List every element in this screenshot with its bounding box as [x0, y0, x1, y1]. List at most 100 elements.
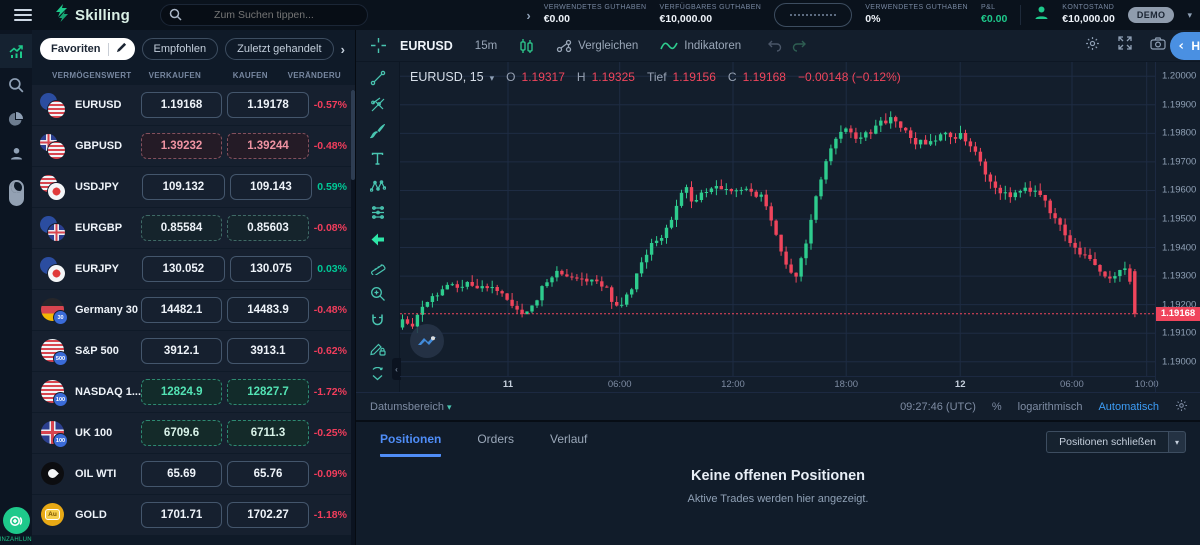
buy-button[interactable]: 130.075	[230, 256, 313, 282]
watchlist-tabs-more-chevron-icon[interactable]: ›	[341, 42, 349, 57]
sell-button[interactable]: 130.052	[142, 256, 225, 282]
buy-button[interactable]: 1.39244	[227, 133, 308, 159]
watchlist-row[interactable]: GBPUSD1.392321.39244-0.48%	[32, 126, 355, 166]
arrow-tool-icon[interactable]	[356, 226, 399, 253]
watchlist-row[interactable]: EURUSD1.191681.19178-0.57%	[32, 85, 355, 125]
watchlist-row[interactable]: 500S&P 5003912.13913.1-0.62%	[32, 331, 355, 371]
crosshair-tool-icon[interactable]	[356, 37, 400, 54]
watchlist-row[interactable]: 100UK 1006709.66711.3-0.25%	[32, 413, 355, 453]
open-trade-panel-button[interactable]: H	[1170, 32, 1200, 60]
trendline-tool-icon[interactable]	[356, 64, 399, 91]
candle-style-icon[interactable]	[519, 38, 534, 54]
close-positions-split-button[interactable]: Positionen schließen ▾	[1046, 431, 1186, 453]
tab-favoriten[interactable]: Favoriten	[40, 38, 135, 60]
time-tick-label: 18:00	[834, 379, 858, 390]
pitchfork-tool-icon[interactable]	[356, 91, 399, 118]
deposit-button[interactable]	[3, 507, 30, 534]
sell-button[interactable]: 0.85584	[141, 215, 222, 241]
account-summary: › VERWENDETES GUTHABEN €0.00 VERFÜGBARES…	[526, 3, 1192, 27]
sell-button[interactable]: 12824.9	[141, 379, 222, 405]
sell-button[interactable]: 6709.6	[141, 420, 222, 446]
buy-button[interactable]: 12827.7	[227, 379, 308, 405]
buy-button[interactable]: 1.19178	[227, 92, 308, 118]
buy-button[interactable]: 0.85603	[227, 215, 308, 241]
undo-icon[interactable]	[767, 40, 782, 52]
clock-utc[interactable]: 09:27:46 (UTC)	[900, 401, 976, 413]
drawing-toolbar	[356, 62, 400, 392]
watchlist-row[interactable]: USDJPY109.132109.1430.59%	[32, 167, 355, 207]
chart-settings-gear-icon[interactable]	[1085, 36, 1100, 56]
measure-tool-icon[interactable]	[356, 253, 399, 280]
moon-icon	[11, 182, 22, 193]
tab-zuletzt-gehandelt[interactable]: Zuletzt gehandelt	[225, 38, 333, 60]
tab-verlauf[interactable]: Verlauf	[550, 432, 587, 457]
tab-empfohlen[interactable]: Empfohlen	[142, 38, 219, 60]
watchlist-row[interactable]: 30Germany 3014482.114483.9-0.48%	[32, 290, 355, 330]
position-tool-icon[interactable]	[356, 199, 399, 226]
pattern-tool-icon[interactable]	[356, 172, 399, 199]
redo-icon[interactable]	[792, 40, 807, 52]
fullscreen-icon[interactable]	[1118, 36, 1132, 55]
chart-timeframe[interactable]: 15m	[475, 40, 497, 52]
nav-profile[interactable]	[0, 136, 32, 170]
candlestick-chart[interactable]	[400, 62, 1155, 376]
nav-markets[interactable]	[0, 34, 32, 68]
demo-badge[interactable]: DEMO	[1128, 7, 1175, 23]
watchlist-row[interactable]: EURJPY130.052130.0750.03%	[32, 249, 355, 289]
buy-button[interactable]: 1702.27	[227, 502, 308, 528]
change-percent: 0.59%	[317, 181, 349, 193]
buy-button[interactable]: 6711.3	[227, 420, 308, 446]
watchlist-row[interactable]: AuGOLD1701.711702.27-1.18%	[32, 495, 355, 535]
sell-button[interactable]: 109.132	[142, 174, 225, 200]
close-positions-dropdown-icon[interactable]: ▾	[1168, 431, 1186, 453]
compare-button[interactable]: Vergleichen	[556, 39, 638, 53]
tradingview-logo[interactable]	[410, 324, 444, 358]
zoom-in-tool-icon[interactable]	[356, 280, 399, 307]
log-scale-button[interactable]: logarithmisch	[1018, 401, 1083, 413]
time-axis[interactable]: 1106:0012:0018:001206:0010:00	[400, 376, 1155, 392]
watchlist-row[interactable]: 100NASDAQ 1...12824.912827.7-1.72%	[32, 372, 355, 412]
sell-button[interactable]: 1.39232	[141, 133, 222, 159]
buy-button[interactable]: 109.143	[230, 174, 313, 200]
watchlist-scrollbar[interactable]	[351, 90, 355, 545]
account-person-icon[interactable]	[1034, 5, 1049, 25]
buy-button[interactable]: 3913.1	[227, 338, 308, 364]
footer-gear-icon[interactable]	[1175, 399, 1188, 415]
expand-account-chevron-icon[interactable]: ›	[526, 8, 530, 23]
sell-button[interactable]: 65.69	[141, 461, 222, 487]
theme-toggle[interactable]	[0, 176, 32, 210]
nav-search[interactable]	[0, 68, 32, 102]
instrument-name: GOLD	[75, 509, 107, 521]
magnet-tool-icon[interactable]	[356, 307, 399, 334]
watchlist-row[interactable]: EURGBP0.855840.85603-0.08%	[32, 208, 355, 248]
tab-orders[interactable]: Orders	[477, 432, 514, 457]
buy-button[interactable]: 65.76	[227, 461, 308, 487]
search-input[interactable]	[160, 4, 368, 26]
date-range-button[interactable]: Datumsbereich ▾	[370, 401, 452, 413]
price-axis[interactable]: 1.200001.199001.198001.197001.196001.195…	[1155, 62, 1200, 392]
auto-scale-button[interactable]: Automatisch	[1098, 401, 1159, 413]
legend-symbol[interactable]: EURUSD, 15	[410, 70, 484, 84]
brush-tool-icon[interactable]	[356, 118, 399, 145]
percent-scale-button[interactable]: %	[992, 401, 1002, 413]
tab-positionen[interactable]: Positionen	[380, 432, 441, 457]
indicators-button[interactable]: Indikatoren	[660, 40, 741, 52]
lock-drawings-tool-icon[interactable]	[356, 334, 399, 361]
text-tool-icon[interactable]	[356, 145, 399, 172]
chart-plot-area[interactable]: EURUSD, 15 ▾ O1.19317 H1.19325 Tief1.191…	[400, 62, 1155, 392]
chart-symbol[interactable]: EURUSD	[400, 39, 453, 53]
edit-pencil-icon[interactable]	[116, 42, 127, 56]
snapshot-camera-icon[interactable]	[1150, 37, 1166, 55]
menu-icon[interactable]	[14, 9, 32, 21]
buy-button[interactable]: 14483.9	[227, 297, 308, 323]
dark-mode-toggle[interactable]	[9, 180, 24, 206]
sell-button[interactable]: 14482.1	[141, 297, 222, 323]
account-caret-down-icon[interactable]: ▾	[1187, 10, 1192, 21]
sell-button[interactable]: 1.19168	[141, 92, 222, 118]
watchlist-row[interactable]: OIL WTI65.6965.76-0.09%	[32, 454, 355, 494]
skilling-logo[interactable]: Skilling	[54, 4, 130, 27]
sell-button[interactable]: 1701.71	[141, 502, 222, 528]
nav-portfolio-pie-icon[interactable]	[0, 102, 32, 136]
legend-caret-icon[interactable]: ▾	[490, 73, 495, 84]
sell-button[interactable]: 3912.1	[141, 338, 222, 364]
